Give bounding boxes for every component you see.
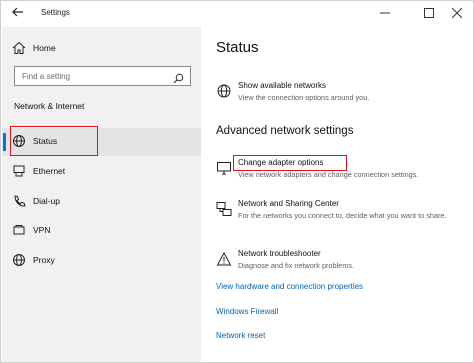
change-adapter-options-item[interactable]: Change adapter options View network adap… [216, 158, 466, 184]
search-placeholder: Find a setting [22, 72, 71, 81]
home-icon [12, 41, 26, 55]
globe-status-icon [12, 134, 26, 148]
network-troubleshooter-item[interactable]: Network troubleshooter Diagnose and fix … [216, 249, 466, 275]
wireless-icon [216, 83, 232, 99]
warning-icon [216, 251, 232, 267]
network-sharing-center-item[interactable]: Network and Sharing Center For the netwo… [216, 199, 466, 235]
item-title: Network and Sharing Center [238, 199, 339, 208]
item-desc: For the networks you connect to, decide … [238, 211, 447, 220]
section-header: Network & Internet [14, 101, 85, 111]
main-panel: Status Show available networks View the … [201, 27, 473, 362]
sidebar-item-label: VPN [33, 225, 51, 235]
back-arrow-icon[interactable] [11, 5, 27, 21]
item-title: Network troubleshooter [238, 249, 321, 258]
sidebar-item-ethernet[interactable]: Ethernet [2, 158, 201, 186]
search-icon [173, 71, 184, 89]
item-desc: View network adapters and change connect… [238, 170, 419, 179]
sidebar-item-label: Home [33, 43, 56, 53]
sidebar-item-label: Ethernet [33, 166, 66, 176]
sidebar-item-vpn[interactable]: VPN [2, 217, 201, 245]
sidebar: Home Find a setting Network & Internet S… [2, 27, 201, 362]
sidebar-item-label: Proxy [33, 255, 55, 265]
settings-window: Settings Home Find a setting Network & I… [0, 0, 474, 363]
advanced-settings-heading: Advanced network settings [216, 125, 354, 137]
window-title: Settings [41, 8, 70, 17]
ethernet-icon [12, 164, 26, 178]
monitor-icon [216, 160, 232, 176]
phone-icon [12, 194, 26, 208]
page-title: Status [216, 39, 259, 56]
network-sharing-icon [216, 201, 232, 217]
sidebar-item-proxy[interactable]: Proxy [2, 247, 201, 275]
hardware-properties-link[interactable]: View hardware and connection properties [216, 282, 363, 291]
title-bar: Settings [1, 1, 473, 27]
globe-icon [12, 253, 26, 267]
network-reset-link[interactable]: Network reset [216, 331, 265, 340]
windows-firewall-link[interactable]: Windows Firewall [216, 307, 278, 316]
sidebar-item-label: Status [33, 136, 58, 146]
sidebar-item-dial-up[interactable]: Dial-up [2, 188, 201, 216]
item-title: Show available networks [238, 81, 327, 90]
item-desc: Diagnose and fix network problems. [238, 261, 354, 270]
maximize-button[interactable] [419, 4, 439, 22]
search-input[interactable]: Find a setting [14, 66, 191, 86]
sidebar-item-home[interactable]: Home [2, 35, 201, 63]
active-indicator [3, 133, 6, 151]
item-title: Change adapter options [238, 158, 324, 167]
item-desc: View the connection options around you. [238, 93, 370, 102]
sidebar-item-status[interactable]: Status [2, 128, 201, 156]
available-networks-item[interactable]: Show available networks View the connect… [216, 81, 466, 107]
close-button[interactable] [447, 4, 467, 22]
sidebar-item-label: Dial-up [33, 196, 60, 206]
vpn-icon [12, 223, 26, 237]
minimize-button[interactable] [375, 4, 395, 22]
